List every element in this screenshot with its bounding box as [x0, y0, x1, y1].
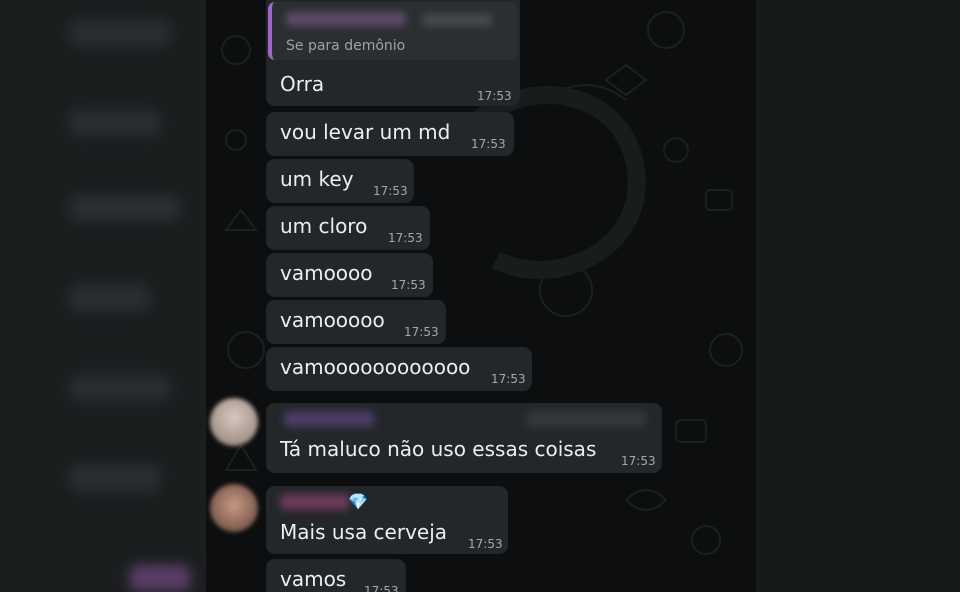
message-bubble[interactable]: vou levar um md 17:53 — [266, 112, 514, 156]
blurred-row — [70, 285, 150, 311]
message-bubble[interactable]: vamooooo 17:53 — [266, 300, 446, 344]
message-text: vamooooo — [280, 308, 385, 332]
gem-emoji: 💎 — [348, 492, 368, 511]
message-text: Mais usa cerveja — [280, 520, 448, 544]
message-bubble[interactable]: Tá maluco não uso essas coisas 17:53 — [266, 403, 662, 473]
message-text: vamos — [280, 567, 347, 591]
message-time: 17:53 — [468, 537, 503, 551]
message-time: 17:53 — [373, 184, 408, 198]
blurred-row — [130, 565, 190, 591]
quoted-text: Se para demônio — [286, 38, 406, 54]
avatar[interactable] — [210, 398, 258, 446]
avatar[interactable] — [210, 484, 258, 532]
message-bubble[interactable]: 💎 Mais usa cerveja 17:53 — [266, 486, 508, 554]
message-text: Orra — [280, 72, 325, 96]
blurred-right-panel — [756, 0, 960, 592]
message-bubble[interactable]: vamos 17:53 — [266, 559, 406, 592]
message-text: Tá maluco não uso essas coisas — [280, 437, 597, 461]
quoted-message[interactable]: Se para demônio — [268, 2, 518, 60]
message-text: um cloro — [280, 214, 368, 238]
blurred-left-panel — [0, 0, 206, 592]
message-time: 17:53 — [621, 454, 656, 468]
message-time: 17:53 — [477, 89, 512, 103]
message-bubble[interactable]: vamoooooooooooo 17:53 — [266, 347, 532, 391]
sender-name — [284, 411, 374, 427]
blurred-row — [70, 375, 170, 401]
blurred-row — [70, 465, 160, 491]
quoted-sender-detail — [422, 14, 492, 26]
message-time: 17:53 — [364, 584, 399, 592]
message-time: 17:53 — [404, 325, 439, 339]
message-text: vamoooooooooooo — [280, 355, 471, 379]
message-bubble[interactable]: um cloro 17:53 — [266, 206, 430, 250]
message-time: 17:53 — [391, 278, 426, 292]
message-text: vamoooo — [280, 261, 373, 285]
message-bubble[interactable]: Se para demônio Orra 17:53 — [266, 0, 520, 106]
blurred-row — [70, 195, 180, 221]
message-time: 17:53 — [388, 231, 423, 245]
chat-conversation[interactable]: Se para demônio Orra 17:53 vou levar um … — [206, 0, 756, 592]
message-text: um key — [280, 167, 354, 191]
message-bubble[interactable]: vamoooo 17:53 — [266, 253, 433, 297]
sender-name — [280, 494, 350, 510]
message-time: 17:53 — [471, 137, 506, 151]
sender-detail — [526, 411, 646, 427]
message-time: 17:53 — [491, 372, 526, 386]
message-bubble[interactable]: um key 17:53 — [266, 159, 414, 203]
message-text: vou levar um md — [280, 120, 451, 144]
blurred-row — [70, 110, 160, 136]
quoted-sender-name — [286, 12, 406, 26]
blurred-row — [70, 20, 170, 46]
